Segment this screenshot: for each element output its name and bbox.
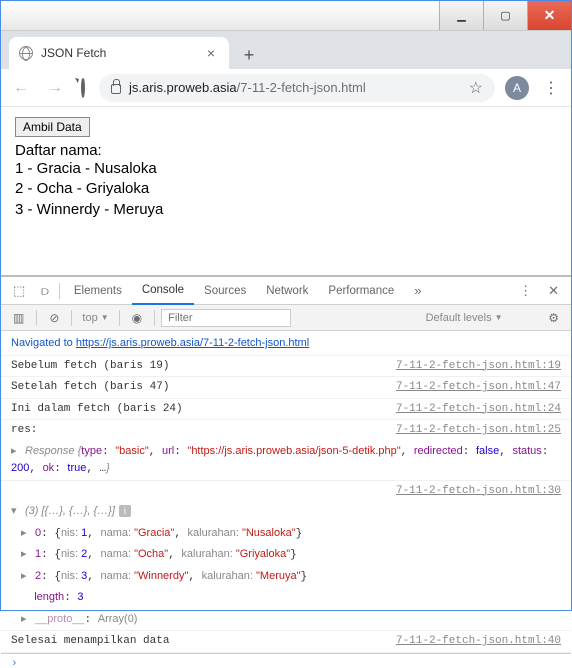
console-line: Sebelum fetch (baris 19)7-11-2-fetch-jso… xyxy=(1,356,571,378)
close-button[interactable]: ✕ xyxy=(527,1,571,30)
more-tabs-icon[interactable]: » xyxy=(408,279,427,302)
console-prop: length: 3 xyxy=(1,587,571,609)
back-icon[interactable]: ← xyxy=(9,75,33,101)
tab-title: JSON Fetch xyxy=(41,46,195,60)
source-link[interactable]: 7-11-2-fetch-json.html:30 xyxy=(396,483,561,500)
prompt-icon: › xyxy=(11,658,18,668)
console-filter-input[interactable] xyxy=(161,309,291,327)
console-object[interactable]: ▸Response {type: "basic", url: "https://… xyxy=(1,441,571,481)
new-tab-button[interactable]: + xyxy=(235,41,263,69)
console-array-item[interactable]: ▸2: {nis: 3, nama: "Winnerdy", kalurahan… xyxy=(1,566,571,588)
console-toolbar: ▥ ⊘ top ▼ ◉ Default levels ▼ ⚙ xyxy=(1,305,571,331)
lock-icon xyxy=(111,84,121,94)
console-prop[interactable]: ▸__proto__: Array(0) xyxy=(1,609,571,632)
console-line: Navigated to https://js.aris.proweb.asia… xyxy=(1,333,571,356)
devtools-tab-sources[interactable]: Sources xyxy=(194,277,256,305)
eye-icon[interactable]: ◉ xyxy=(126,309,148,327)
console-array-item[interactable]: ▸0: {nis: 1, nama: "Gracia", kalurahan: … xyxy=(1,523,571,545)
devtools-tab-elements[interactable]: Elements xyxy=(64,277,132,305)
console-line: 7-11-2-fetch-json.html:30 xyxy=(1,481,571,502)
forward-icon[interactable]: → xyxy=(43,75,67,101)
profile-avatar[interactable]: A xyxy=(505,76,529,100)
list-item: 3 - Winnerdy - Meruya xyxy=(15,200,557,220)
address-bar: ← → js.aris.proweb.asia/7-11-2-fetch-jso… xyxy=(1,69,571,107)
source-link[interactable]: 7-11-2-fetch-json.html:25 xyxy=(396,422,561,439)
globe-icon xyxy=(19,46,33,60)
maximize-button[interactable]: ▢ xyxy=(483,1,527,30)
console-array[interactable]: ▾(3) [{…}, {…}, {…}]i xyxy=(1,501,571,523)
devtools-close-icon[interactable]: ✕ xyxy=(542,279,565,303)
source-link[interactable]: 7-11-2-fetch-json.html:40 xyxy=(396,633,561,650)
console-sidebar-icon[interactable]: ▥ xyxy=(7,309,30,327)
devtools-tab-console[interactable]: Console xyxy=(132,277,194,305)
source-link[interactable]: 7-11-2-fetch-json.html:24 xyxy=(396,401,561,418)
source-link[interactable]: 7-11-2-fetch-json.html:47 xyxy=(396,379,561,396)
menu-icon[interactable]: ⋮ xyxy=(539,78,563,98)
console-line: Selesai menampilkan data7-11-2-fetch-jso… xyxy=(1,631,571,653)
console-array-item[interactable]: ▸1: {nis: 2, nama: "Ocha", kalurahan: "G… xyxy=(1,544,571,566)
console-prompt[interactable]: › xyxy=(1,653,571,668)
console-output: Navigated to https://js.aris.proweb.asia… xyxy=(1,331,571,668)
reload-icon[interactable] xyxy=(77,75,89,101)
devtools-tab-performance[interactable]: Performance xyxy=(318,277,404,305)
url-input[interactable]: js.aris.proweb.asia/7-11-2-fetch-json.ht… xyxy=(99,74,495,102)
console-line: Ini dalam fetch (baris 24)7-11-2-fetch-j… xyxy=(1,399,571,421)
console-settings-icon[interactable]: ⚙ xyxy=(542,309,565,327)
console-line: res:7-11-2-fetch-json.html:25 xyxy=(1,420,571,441)
browser-tabbar: JSON Fetch × + xyxy=(1,31,571,69)
page-content: Ambil Data Daftar nama: 1 - Gracia - Nus… xyxy=(1,107,571,275)
clear-console-icon[interactable]: ⊘ xyxy=(43,309,65,327)
info-icon[interactable]: i xyxy=(119,505,131,517)
devtools-tabs: ⬚ ⫐ ElementsConsoleSourcesNetworkPerform… xyxy=(1,277,571,305)
inspect-icon[interactable]: ⬚ xyxy=(7,279,31,303)
nav-url-link[interactable]: https://js.aris.proweb.asia/7-11-2-fetch… xyxy=(76,337,309,349)
bookmark-icon[interactable]: ☆ xyxy=(469,78,483,98)
device-icon[interactable]: ⫐ xyxy=(35,279,55,303)
devtools-panel: ⬚ ⫐ ElementsConsoleSourcesNetworkPerform… xyxy=(1,275,571,668)
source-link[interactable]: 7-11-2-fetch-json.html:19 xyxy=(396,358,561,375)
minimize-button[interactable]: ▁ xyxy=(439,1,483,30)
list-item: 2 - Ocha - Griyaloka xyxy=(15,179,557,199)
devtools-menu-icon[interactable]: ⋮ xyxy=(513,279,538,303)
console-line: Setelah fetch (baris 47)7-11-2-fetch-jso… xyxy=(1,377,571,399)
list-item: 1 - Gracia - Nusaloka xyxy=(15,159,557,179)
close-tab-icon[interactable]: × xyxy=(203,45,219,61)
log-levels-select[interactable]: Default levels ▼ xyxy=(422,312,507,324)
ambil-data-button[interactable]: Ambil Data xyxy=(15,117,90,137)
window-titlebar: ▁ ▢ ✕ xyxy=(1,1,571,31)
browser-tab[interactable]: JSON Fetch × xyxy=(9,37,229,69)
context-select[interactable]: top ▼ xyxy=(78,312,112,324)
list-heading: Daftar nama: xyxy=(15,142,557,159)
url-text: js.aris.proweb.asia/7-11-2-fetch-json.ht… xyxy=(129,80,366,95)
devtools-tab-network[interactable]: Network xyxy=(256,277,318,305)
